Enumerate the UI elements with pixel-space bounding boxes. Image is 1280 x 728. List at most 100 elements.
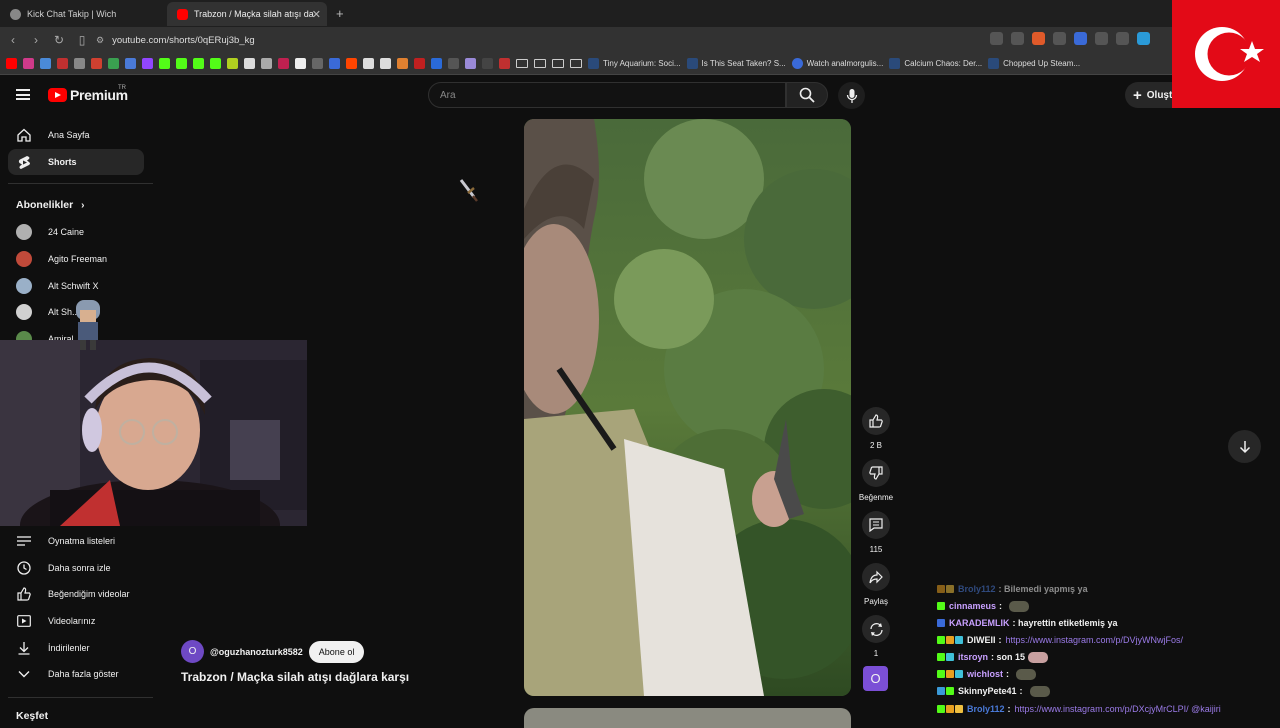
sidebar-item-liked-videos[interactable]: Beğendiğim videolar bbox=[8, 581, 144, 607]
bookmark-icon[interactable] bbox=[499, 58, 510, 69]
folder-icon[interactable] bbox=[570, 59, 582, 68]
reddit-icon[interactable] bbox=[346, 58, 357, 69]
instagram-icon[interactable] bbox=[23, 58, 34, 69]
gmail-icon[interactable] bbox=[91, 58, 102, 69]
voice-search-button[interactable] bbox=[838, 82, 865, 109]
like-button[interactable] bbox=[862, 407, 890, 435]
sidebar-item-shorts[interactable]: Shorts bbox=[8, 149, 144, 175]
share-button[interactable] bbox=[862, 563, 890, 591]
tab-kick-chat[interactable]: Kick Chat Takip | Wich bbox=[0, 2, 165, 26]
youtube-icon bbox=[48, 88, 67, 102]
site-info-icon[interactable]: ⚙ bbox=[96, 35, 104, 46]
folder-icon[interactable] bbox=[552, 59, 564, 68]
sidebar-item-watch-later[interactable]: Daha sonra izle bbox=[8, 555, 144, 581]
bookmark-icon[interactable] bbox=[397, 58, 408, 69]
address-toolbar: ‹ › ↻ ▯ ⚙ youtube.com/shorts/0qERuj3b_kg bbox=[0, 27, 1280, 53]
bookmark-icon[interactable] bbox=[414, 58, 425, 69]
bookmark-icon[interactable] bbox=[465, 58, 476, 69]
extension-icon[interactable] bbox=[1074, 32, 1087, 45]
bookmark-watch[interactable]: Watch analmorgulis... bbox=[791, 58, 883, 69]
anchor-icon[interactable] bbox=[244, 58, 255, 69]
back-button[interactable]: ‹ bbox=[3, 33, 23, 47]
bookmark-icon[interactable] bbox=[431, 58, 442, 69]
shorts-icon bbox=[16, 154, 32, 170]
chat-emote bbox=[1016, 668, 1037, 680]
bookmark-steam-4[interactable]: Chopped Up Steam... bbox=[988, 58, 1080, 69]
new-tab-button[interactable]: + bbox=[336, 6, 344, 21]
extension-icon[interactable] bbox=[1116, 32, 1129, 45]
drive-icon[interactable] bbox=[108, 58, 119, 69]
share-icon[interactable] bbox=[1011, 32, 1024, 45]
youtube-icon[interactable] bbox=[6, 58, 17, 69]
subscription-item[interactable]: Agito Freeman bbox=[16, 251, 107, 267]
close-tab-icon[interactable]: ✕ bbox=[312, 8, 321, 21]
search-input[interactable]: Ara bbox=[428, 82, 786, 108]
channel-avatar-small[interactable]: O bbox=[863, 666, 888, 691]
bookmark-icon[interactable] bbox=[380, 58, 391, 69]
bookmark-steam-3[interactable]: Calcium Chaos: Der... bbox=[889, 58, 982, 69]
reload-button[interactable]: ↻ bbox=[49, 33, 69, 47]
chat-link[interactable]: https://www.instagram.com/p/DXcjyMrCLPI/… bbox=[1015, 704, 1221, 714]
extension-icon[interactable] bbox=[1137, 32, 1150, 45]
subscription-item[interactable]: Alt Schwift X bbox=[16, 278, 99, 294]
brave-shield-icon[interactable] bbox=[1032, 32, 1045, 45]
x-icon[interactable] bbox=[295, 58, 306, 69]
remix-button[interactable] bbox=[862, 615, 890, 643]
sidebar-item-playlists[interactable]: Oynatma listeleri bbox=[8, 528, 144, 554]
bookmark-steam-1[interactable]: Tiny Aquarium: Soci... bbox=[588, 58, 681, 69]
sidebar-item-downloads[interactable]: İndirilenler bbox=[8, 635, 144, 661]
bookmark-steam-2[interactable]: Is This Seat Taken? S... bbox=[686, 58, 786, 69]
avatar bbox=[16, 304, 32, 320]
bookmark-icon[interactable] bbox=[278, 58, 289, 69]
bookmark-icon[interactable] bbox=[482, 58, 493, 69]
forward-button[interactable]: › bbox=[26, 33, 46, 47]
next-short-preview[interactable] bbox=[524, 708, 851, 728]
folder-icon[interactable] bbox=[516, 59, 528, 68]
channel-info: O @oguzhanozturk8582 Abone ol bbox=[181, 640, 365, 663]
steam-icon bbox=[686, 58, 698, 69]
sidebar-item-show-more[interactable]: Daha fazla göster bbox=[8, 661, 144, 687]
avatar bbox=[16, 278, 32, 294]
sidebar-item-your-videos[interactable]: Videolarınız bbox=[8, 608, 144, 634]
short-title[interactable]: Trabzon / Maçka silah atışı dağlara karş… bbox=[181, 670, 409, 684]
bookmark-icon[interactable] bbox=[40, 58, 51, 69]
extension-icon[interactable] bbox=[1053, 32, 1066, 45]
bookmark-icon[interactable] bbox=[261, 58, 272, 69]
next-short-button[interactable] bbox=[1228, 430, 1261, 463]
kick-icon[interactable] bbox=[210, 58, 221, 69]
bookmark-icon[interactable] bbox=[125, 58, 136, 69]
bookmark-icon[interactable] bbox=[227, 58, 238, 69]
kick-icon[interactable] bbox=[193, 58, 204, 69]
chat-link[interactable]: https://www.instagram.com/p/DVjyWNwjFos/ bbox=[1006, 635, 1184, 645]
bookmark-icon[interactable] bbox=[363, 58, 374, 69]
twitch-icon[interactable] bbox=[142, 58, 153, 69]
subscribe-button[interactable]: Abone ol bbox=[308, 640, 365, 663]
kick-icon[interactable] bbox=[159, 58, 170, 69]
user-badges bbox=[937, 670, 963, 678]
tab-youtube-short[interactable]: Trabzon / Maçka silah atışı da ✕ bbox=[167, 2, 327, 26]
bookmark-icon[interactable] bbox=[74, 58, 85, 69]
bookmark-icon[interactable] bbox=[448, 58, 459, 69]
youtube-premium-logo[interactable]: Premium TR bbox=[48, 85, 128, 103]
bookmark-icon[interactable] bbox=[57, 58, 68, 69]
short-video-player[interactable] bbox=[524, 119, 851, 696]
menu-icon[interactable] bbox=[16, 89, 30, 100]
playlist-icon bbox=[16, 533, 32, 549]
kick-icon[interactable] bbox=[176, 58, 187, 69]
extension-icon[interactable] bbox=[1095, 32, 1108, 45]
search-button[interactable] bbox=[786, 82, 828, 108]
subscriptions-header[interactable]: Abonelikler › bbox=[16, 199, 84, 211]
channel-name[interactable]: @oguzhanozturk8582 bbox=[210, 647, 303, 657]
address-bar[interactable]: ⚙ youtube.com/shorts/0qERuj3b_kg bbox=[90, 31, 980, 49]
comments-button[interactable] bbox=[862, 511, 890, 539]
dislike-button[interactable] bbox=[862, 459, 890, 487]
bookmark-icon[interactable] bbox=[312, 58, 323, 69]
folder-icon[interactable] bbox=[534, 59, 546, 68]
bookmark-icon[interactable]: ▯ bbox=[72, 33, 92, 47]
bookmark-icon[interactable] bbox=[329, 58, 340, 69]
avatar bbox=[16, 251, 32, 267]
cast-icon[interactable] bbox=[990, 32, 1003, 45]
sidebar-item-home[interactable]: Ana Sayfa bbox=[8, 122, 144, 148]
channel-avatar[interactable]: O bbox=[181, 640, 204, 663]
subscription-item[interactable]: 24 Caine bbox=[16, 224, 84, 240]
